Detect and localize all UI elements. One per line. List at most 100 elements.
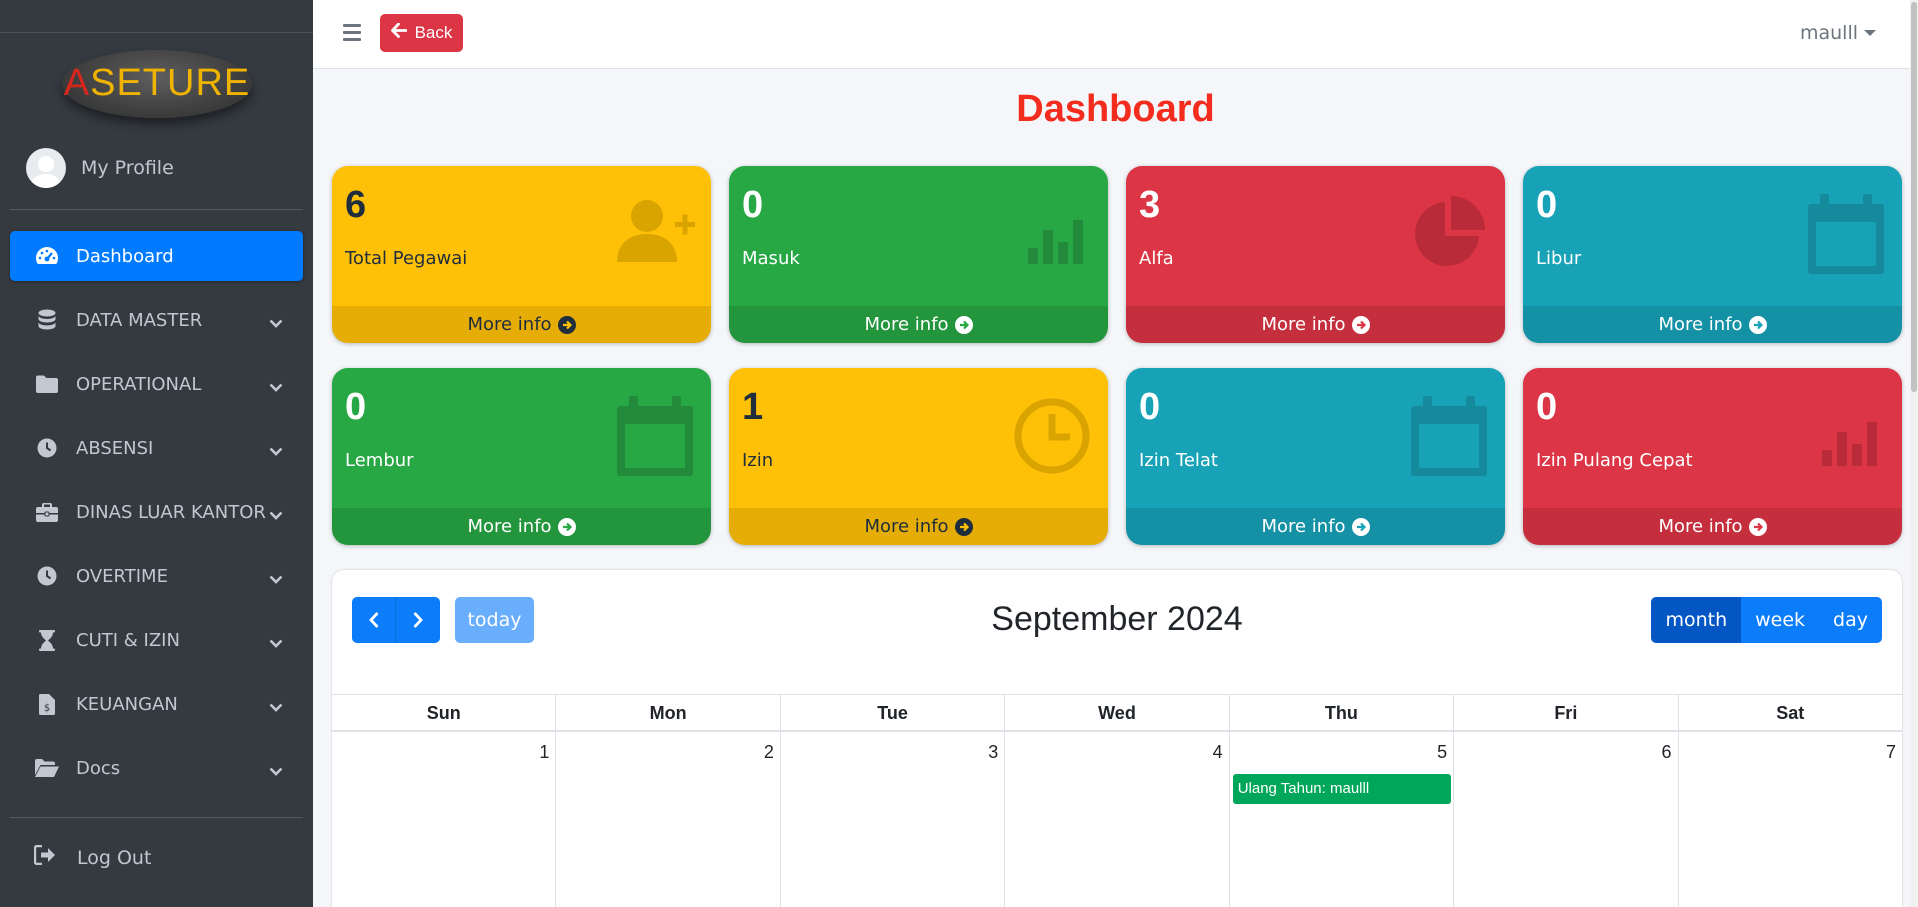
box-label: Total Pegawai [345, 248, 468, 269]
back-button[interactable]: Back [380, 14, 463, 52]
sidebar-item-operational[interactable]: OPERATIONAL [10, 359, 303, 409]
sidebar-item-overtime[interactable]: OVERTIME [10, 551, 303, 601]
more-info-label: More info [1261, 516, 1346, 537]
calendar-icon [617, 396, 693, 476]
weekday-mon: Mon [556, 695, 781, 730]
more-info-link[interactable]: More info [729, 508, 1108, 545]
box-label: Izin Telat [1139, 450, 1218, 471]
box-value: 3 [1139, 184, 1161, 226]
hamburger-menu-icon[interactable] [343, 24, 361, 44]
arrow-circle-right-icon [1748, 517, 1767, 536]
arrow-circle-right-icon [557, 517, 576, 536]
day-view-button[interactable]: day [1819, 597, 1882, 643]
calendar-icon [1411, 396, 1487, 476]
more-info-label: More info [864, 516, 949, 537]
sidebar-item-label: KEUANGAN [76, 693, 178, 715]
sidebar-divider [10, 817, 303, 818]
calendar-event[interactable]: Ulang Tahun: maulll [1232, 774, 1452, 804]
sidebar-item-cuti-izin[interactable]: CUTI & IZIN [10, 615, 303, 665]
tachometer-icon [34, 246, 60, 266]
more-info-label: More info [1658, 516, 1743, 537]
more-info-label: More info [467, 314, 552, 335]
calendar-day-cell[interactable]: 1 [332, 732, 557, 907]
calendar-day-cell[interactable]: 7 [1679, 732, 1902, 907]
more-info-link[interactable]: More info [332, 508, 711, 545]
sidebar-item-label: OVERTIME [76, 565, 168, 587]
info-box-lembur: 0 Lembur More info [332, 368, 711, 545]
day-number[interactable]: 4 [1213, 742, 1223, 763]
day-number[interactable]: 5 [1437, 742, 1447, 763]
sidebar-top-divider [0, 32, 313, 33]
sidebar-item-dashboard[interactable]: Dashboard [10, 231, 303, 281]
box-value: 0 [742, 184, 764, 226]
clock-icon [1014, 398, 1090, 474]
info-box-alfa: 3 Alfa More info [1126, 166, 1505, 343]
calendar-week-row: 1 2 3 4 5 Ulang Tahun: maulll 6 7 [332, 732, 1902, 907]
box-value: 0 [1536, 184, 1558, 226]
logout-link[interactable]: Log Out [33, 844, 151, 870]
sidebar-item-data-master[interactable]: DATA MASTER [10, 295, 303, 345]
day-number[interactable]: 1 [539, 742, 549, 763]
caret-down-icon [1864, 30, 1876, 36]
month-view-button[interactable]: month [1651, 597, 1742, 643]
sidebar-item-label: Docs [76, 757, 121, 779]
my-profile-link[interactable]: My Profile [26, 147, 174, 189]
calendar-weekday-header: Sun Mon Tue Wed Thu Fri Sat [332, 694, 1902, 732]
calendar-day-cell[interactable]: 3 [781, 732, 1006, 907]
sidebar-item-label: CUTI & IZIN [76, 629, 180, 651]
calendar-day-cell[interactable]: 5 Ulang Tahun: maulll [1230, 732, 1455, 907]
sidebar-item-keuangan[interactable]: $ KEUANGAN [10, 679, 303, 729]
sidebar-item-label: ABSENSI [76, 437, 154, 459]
user-name: maulll [1799, 22, 1858, 44]
database-icon [34, 309, 60, 331]
weekday-fri: Fri [1454, 695, 1679, 730]
box-label: Alfa [1139, 248, 1174, 269]
chevron-down-icon [269, 760, 283, 781]
invoice-dollar-icon: $ [34, 693, 60, 715]
sidebar-item-absensi[interactable]: ABSENSI [10, 423, 303, 473]
day-number[interactable]: 2 [764, 742, 774, 763]
page-scrollbar[interactable] [1910, 0, 1918, 907]
more-info-link[interactable]: More info [1523, 508, 1902, 545]
sign-out-icon [33, 844, 60, 870]
more-info-link[interactable]: More info [1126, 306, 1505, 343]
more-info-link[interactable]: More info [332, 306, 711, 343]
info-box-libur: 0 Libur More info [1523, 166, 1902, 343]
briefcase-icon [34, 502, 60, 522]
user-dropdown[interactable]: maulll [1800, 22, 1876, 44]
week-view-button[interactable]: week [1741, 597, 1820, 643]
chevron-down-icon [269, 440, 283, 461]
calendar-day-cell[interactable]: 6 [1454, 732, 1679, 907]
folder-icon [34, 375, 60, 393]
chevron-down-icon [269, 504, 283, 525]
calendar-grid: Sun Mon Tue Wed Thu Fri Sat 1 2 3 4 5 Ul… [332, 694, 1902, 907]
user-plus-icon [617, 200, 695, 262]
calendar-toolbar: today September 2024 month week day [332, 570, 1902, 690]
sidebar-item-docs[interactable]: Docs [10, 743, 303, 793]
calendar-day-cell[interactable]: 2 [556, 732, 781, 907]
clock-icon [34, 438, 60, 458]
box-value: 6 [345, 184, 367, 226]
box-value: 0 [345, 386, 367, 428]
pie-chart-icon [1415, 196, 1485, 266]
calendar-icon [1808, 194, 1884, 274]
day-number[interactable]: 3 [988, 742, 998, 763]
calendar-day-cell[interactable]: 4 [1005, 732, 1230, 907]
more-info-link[interactable]: More info [729, 306, 1108, 343]
profile-label: My Profile [81, 157, 174, 179]
sidebar-item-dinas-luar-kantor[interactable]: DINAS LUAR KANTOR [10, 487, 303, 537]
box-label: Lembur [345, 450, 414, 471]
more-info-link[interactable]: More info [1523, 306, 1902, 343]
sidebar-item-label: DATA MASTER [76, 309, 203, 331]
box-label: Izin [742, 450, 774, 471]
arrow-circle-right-icon [954, 517, 973, 536]
day-number[interactable]: 6 [1662, 742, 1672, 763]
scrollbar-thumb[interactable] [1911, 2, 1917, 392]
calendar-view-switcher: month week day [1651, 597, 1882, 643]
brand-logo[interactable]: ASETURE [62, 50, 252, 118]
brand-text: ASETURE [63, 62, 251, 104]
more-info-link[interactable]: More info [1126, 508, 1505, 545]
arrow-circle-right-icon [1351, 315, 1370, 334]
day-number[interactable]: 7 [1886, 742, 1896, 763]
svg-text:$: $ [44, 703, 50, 714]
